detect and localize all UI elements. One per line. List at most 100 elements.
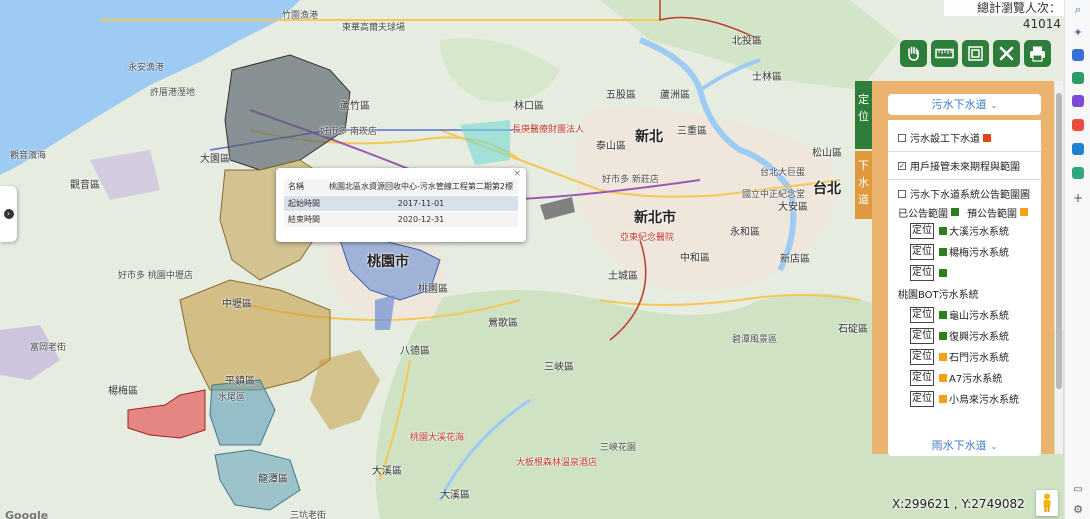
divider xyxy=(888,179,1041,180)
map-place-label: 碧潭風景區 xyxy=(732,335,778,345)
map-place-label: 大板根森林溫泉酒店 xyxy=(516,458,598,468)
locate-button[interactable]: 定位 xyxy=(910,369,934,386)
gear-icon[interactable]: ⚙ xyxy=(1072,504,1084,516)
announced-label: 已公告範圍 xyxy=(898,208,948,220)
map-place-label: 蘆竹區 xyxy=(340,101,370,112)
layer-construction[interactable]: 污水設工下水道 xyxy=(898,127,1041,148)
locate-button[interactable]: 定位 xyxy=(910,264,934,281)
map-place-label: 泰山區 xyxy=(596,141,626,152)
sewage-layer-list: 污水設工下水道 ✓ 用戶接管未來期程與範圍 污水下水道系統公告範圍圖 已公告範圍… xyxy=(888,120,1041,438)
layer-panel: 污水下水道 ⌄ 污水設工下水道 ✓ 用戶接管未來期程與範圍 污水下水道系統公告範圍… xyxy=(872,81,1054,454)
expand-sidebar-button[interactable]: › xyxy=(0,186,17,242)
legend-swatch xyxy=(939,373,947,382)
sewer-system-item: 定位 石門污水系統 xyxy=(898,346,1041,367)
sewer-system-label: 復興污水系統 xyxy=(949,332,1009,343)
close-icon xyxy=(999,46,1014,61)
chevron-down-icon: ⌄ xyxy=(990,101,998,110)
panel-tabs: 定位 下水道 xyxy=(855,81,872,219)
layer-announce[interactable]: 污水下水道系統公告範圍圖 xyxy=(898,183,1041,204)
search-icon[interactable]: ⌕ xyxy=(1072,4,1084,16)
clear-button[interactable] xyxy=(993,40,1020,67)
person-icon[interactable] xyxy=(1072,95,1084,107)
map-place-label: 松山區 xyxy=(812,148,842,159)
map-place-label: 林口區 xyxy=(514,101,544,112)
layer-connection[interactable]: ✓ 用戶接管未來期程與範圍 xyxy=(898,155,1041,176)
legend-swatch xyxy=(939,310,947,319)
map-place-label: 平鎮區 xyxy=(225,376,255,387)
briefcase-icon[interactable] xyxy=(1072,72,1084,84)
bot-label: 桃園BOT污水系統 xyxy=(898,290,979,301)
measure-distance-button[interactable] xyxy=(931,40,958,67)
map-place-label: 三峽花園 xyxy=(600,443,637,453)
sidebar-layout-icon[interactable]: ▭ xyxy=(1072,484,1084,496)
table-row: 名稱 桃園北區水資源回收中心-污水管線工程第二期第2標 xyxy=(284,179,518,196)
chevron-down-icon: ⌄ xyxy=(990,442,998,451)
map-place-label: 龍潭區 xyxy=(258,474,288,485)
outlook-icon[interactable] xyxy=(1072,143,1084,155)
visitor-counter: 總計瀏覽人次：41014 xyxy=(944,0,1064,31)
locate-button[interactable]: 定位 xyxy=(910,222,934,239)
browser-sidebar: ⌕ ✦ + ▭ ⚙ xyxy=(1064,0,1090,519)
tree-icon[interactable] xyxy=(1072,167,1084,179)
hand-icon xyxy=(908,46,919,61)
sewer-system-item: 定位 復興污水系統 xyxy=(898,325,1041,346)
map-place-label: 中壢區 xyxy=(222,299,252,310)
locate-button[interactable]: 定位 xyxy=(910,327,934,344)
print-button[interactable] xyxy=(1024,40,1051,67)
layer-label: 用戶接管未來期程與範圍 xyxy=(910,162,1020,173)
map-place-label: 鶯歌區 xyxy=(488,318,518,329)
legend-swatch xyxy=(939,268,947,277)
office-icon[interactable] xyxy=(1072,119,1084,131)
map-place-label: 中和區 xyxy=(680,253,710,264)
sewage-section-header[interactable]: 污水下水道 ⌄ xyxy=(888,94,1041,115)
layer-checkbox[interactable] xyxy=(898,133,906,142)
map-place-label: 台北 xyxy=(813,181,841,197)
pegman-icon xyxy=(1043,493,1051,512)
tag-icon[interactable] xyxy=(1072,49,1084,61)
layer-checkbox-checked[interactable]: ✓ xyxy=(898,161,906,170)
street-view-pegman[interactable] xyxy=(1036,490,1058,516)
legend-swatch xyxy=(939,352,947,361)
map-place-label: 觀音濱海 xyxy=(10,151,47,161)
map-place-label: 大安區 xyxy=(778,202,808,213)
map-place-label: 觀音區 xyxy=(70,180,100,191)
sewer-system-label: 楊梅污水系統 xyxy=(949,248,1009,259)
map-place-label: 士林區 xyxy=(752,72,782,83)
tab-sewer[interactable]: 下水道 xyxy=(855,151,872,219)
map-place-label: 長庚醫療財團法人 xyxy=(512,125,585,135)
locate-button[interactable]: 定位 xyxy=(910,306,934,323)
row-value: 桃園北區水資源回收中心-污水管線工程第二期第2標 xyxy=(324,179,518,196)
panel-scrollbar[interactable] xyxy=(1055,81,1063,454)
map-place-label: 好市多 新莊店 xyxy=(602,175,659,185)
feature-info-table: 名稱 桃園北區水資源回收中心-污水管線工程第二期第2標 起始時間 2017-11… xyxy=(284,179,518,228)
stormwater-section-header[interactable]: 雨水下水道 ⌄ xyxy=(888,435,1041,456)
locate-button[interactable]: 定位 xyxy=(910,390,934,407)
section-title: 雨水下水道 xyxy=(931,439,987,452)
sewer-system-label: 龜山污水系統 xyxy=(949,311,1009,322)
google-logo: Google xyxy=(5,509,49,519)
map-toolbar xyxy=(900,40,1051,67)
legend-swatch xyxy=(939,226,947,235)
tab-locate[interactable]: 定位 xyxy=(855,81,872,149)
add-icon[interactable]: + xyxy=(1072,192,1084,204)
locate-button[interactable]: 定位 xyxy=(910,348,934,365)
divider xyxy=(888,151,1041,152)
locate-button[interactable]: 定位 xyxy=(910,243,934,260)
pan-hand-button[interactable] xyxy=(900,40,927,67)
layer-checkbox[interactable] xyxy=(898,189,906,198)
sewer-system-item: 定位 龜山污水系統 xyxy=(898,304,1041,325)
map-place-label: 新店區 xyxy=(780,254,810,265)
chevron-right-icon: › xyxy=(3,209,14,219)
row-label: 結束時間 xyxy=(284,211,324,228)
row-label: 起始時間 xyxy=(284,195,324,212)
scrollbar-thumb[interactable] xyxy=(1056,93,1062,389)
legend-swatch xyxy=(939,394,947,403)
measure-area-button[interactable] xyxy=(962,40,989,67)
map-place-label: 北投區 xyxy=(732,36,762,47)
sewer-system-item: 定位 小烏來污水系統 xyxy=(898,388,1041,409)
sparkle-icon[interactable]: ✦ xyxy=(1072,27,1084,39)
table-row: 結束時間 2020-12-31 xyxy=(284,211,518,228)
sewer-system-label: 石門污水系統 xyxy=(949,353,1009,364)
popup-close-button[interactable]: × xyxy=(513,169,521,179)
section-title: 污水下水道 xyxy=(931,98,987,111)
